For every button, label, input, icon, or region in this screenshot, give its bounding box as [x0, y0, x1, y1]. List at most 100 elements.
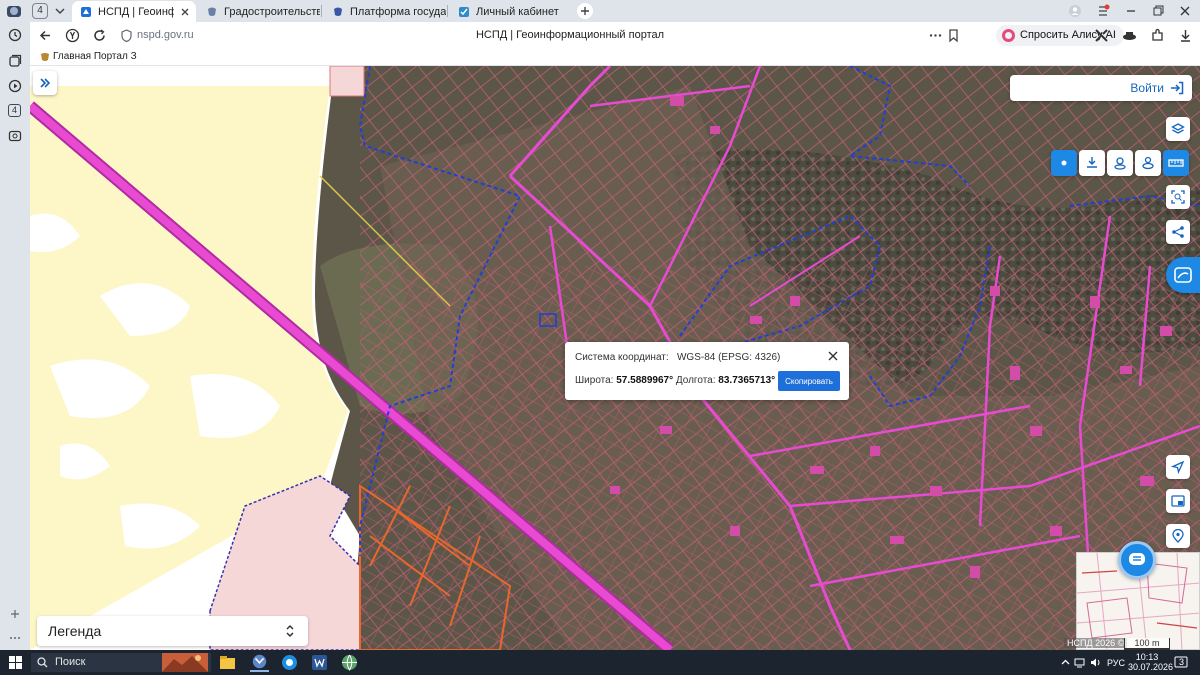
minimize-icon[interactable] — [1123, 3, 1139, 19]
history-icon[interactable] — [8, 28, 22, 42]
extension-icon[interactable] — [1094, 28, 1109, 43]
map-services-icon — [1174, 267, 1192, 283]
services-panel-tab[interactable] — [1166, 257, 1200, 293]
marker-icon — [1114, 157, 1126, 170]
bookmark-icon[interactable] — [946, 28, 961, 43]
close-icon[interactable] — [180, 7, 190, 17]
gosuslugi-crest-icon — [334, 7, 342, 16]
browser-logo-icon[interactable] — [6, 3, 22, 19]
chevron-down-icon[interactable] — [54, 5, 66, 17]
chat-assistant-button[interactable] — [1118, 541, 1156, 579]
area-marker-icon — [1142, 156, 1154, 170]
minimap-icon — [1171, 495, 1185, 507]
tab-separator — [447, 5, 448, 17]
coordinate-system-value: WGS-84 (EPSG: 4326) — [676, 352, 781, 363]
address-bar: nspd.gov.ru НСПД | Геоинформационный пор… — [30, 22, 1200, 49]
layers-button[interactable] — [1166, 117, 1190, 141]
site-security-icon[interactable] — [119, 28, 134, 43]
navigation-arrow-icon — [1171, 460, 1185, 474]
bookmark-label: Главная Портал З — [53, 51, 137, 62]
downloads-icon[interactable] — [1178, 28, 1193, 43]
expand-panel-button[interactable] — [33, 71, 57, 95]
location-pin-icon — [1172, 529, 1184, 543]
app-globe-icon[interactable] — [340, 653, 359, 672]
close-icon[interactable] — [827, 350, 839, 362]
tab-platforma[interactable]: Платформа государственных услуг — [324, 1, 446, 22]
bookmark-glavnaya-portal[interactable]: Главная Портал З — [40, 51, 137, 62]
tab-lichnyi-kabinet[interactable]: Личный кабинет — [450, 1, 572, 22]
clock[interactable]: 10:13 30.07.2026 — [1128, 652, 1173, 672]
tab-bar: 4 НСПД | Геоинформационный портал Градос… — [0, 0, 1200, 22]
parcel-grid — [360, 266, 1200, 650]
volume-icon[interactable] — [1090, 657, 1101, 668]
share-button[interactable] — [1166, 220, 1190, 244]
tab-nspd[interactable]: НСПД | Геоинформационный портал — [72, 1, 196, 22]
scale-bar: 100 m — [1124, 638, 1170, 650]
longitude-value: 83.7365713° — [718, 375, 776, 386]
yandex-browser-icon[interactable] — [250, 653, 269, 672]
coordinates-popup: Система координат: WGS-84 (EPSG: 4326) Ш… — [565, 342, 849, 400]
area-tool[interactable] — [1135, 150, 1161, 176]
hat-icon[interactable] — [1122, 28, 1137, 43]
language-indicator[interactable]: РУС — [1107, 658, 1125, 668]
more-icon[interactable] — [8, 631, 22, 645]
tab-counter[interactable]: 4 — [32, 3, 48, 19]
login-icon — [1171, 81, 1184, 95]
chat-icon — [1129, 553, 1145, 565]
marker-tool[interactable] — [1107, 150, 1133, 176]
point-tool[interactable] — [1051, 150, 1077, 176]
more-dots-icon[interactable] — [928, 28, 943, 43]
tab-gradostroitelstvo[interactable]: Градостроительство — [198, 1, 320, 22]
tab-separator — [321, 5, 322, 17]
notification-count: 3 — [1179, 657, 1185, 667]
latitude-value: 57.5889967° — [616, 375, 674, 386]
new-tab-button[interactable] — [577, 3, 593, 19]
copy-coordinates-button[interactable]: Скопировать — [778, 371, 840, 391]
yandex-y-icon[interactable] — [65, 28, 80, 43]
map-view[interactable]: Войти НСПД 2026 © 100 m Легенда Система … — [30, 66, 1200, 650]
map-attribution: НСПД 2026 © — [1064, 638, 1128, 648]
ruler-tool[interactable] — [1163, 150, 1189, 176]
windows-start-icon[interactable] — [9, 656, 22, 669]
clock-time: 10:13 — [1135, 652, 1159, 662]
page-title: НСПД | Геоинформационный портал — [475, 29, 665, 41]
word-icon[interactable] — [310, 653, 329, 672]
reload-icon[interactable] — [92, 28, 107, 43]
notifications-icon[interactable] — [1095, 3, 1111, 19]
chevron-up-icon[interactable] — [1061, 658, 1070, 667]
restore-icon[interactable] — [1150, 3, 1166, 19]
minimap-toggle-button[interactable] — [1166, 489, 1190, 513]
network-icon[interactable] — [1074, 657, 1085, 668]
select-area-button[interactable] — [1166, 185, 1190, 209]
measure-tools — [1051, 150, 1191, 176]
screenshot-icon[interactable] — [8, 129, 22, 143]
legend-panel[interactable]: Легенда — [37, 616, 308, 646]
back-arrow-icon[interactable] — [38, 28, 53, 43]
close-window-icon[interactable] — [1177, 3, 1193, 19]
login-button[interactable]: Войти — [1010, 75, 1192, 101]
nspd-favicon-icon — [81, 6, 91, 17]
add-panel-icon[interactable] — [8, 607, 22, 621]
file-explorer-icon[interactable] — [218, 653, 237, 672]
expand-collapse-icon[interactable] — [284, 623, 296, 639]
url-text[interactable]: nspd.gov.ru — [137, 29, 194, 41]
tab-title: Градостроительство — [224, 5, 320, 18]
download-tool[interactable] — [1079, 150, 1105, 176]
taskbar-search[interactable]: Поиск — [31, 653, 211, 672]
play-icon[interactable] — [8, 79, 22, 93]
pin-location-button[interactable] — [1166, 524, 1190, 548]
plus-icon — [581, 7, 589, 15]
sidebar-badge[interactable]: 4 — [8, 104, 21, 117]
search-icon — [37, 657, 48, 668]
search-highlight-art-icon — [162, 653, 208, 672]
geolocation-button[interactable] — [1166, 455, 1190, 479]
search-label: Поиск — [55, 656, 86, 668]
tab-title: Платформа государственных услуг — [350, 5, 446, 18]
collections-icon[interactable] — [8, 54, 22, 68]
tab-title: НСПД | Геоинформационный портал — [98, 5, 174, 18]
edge-browser-icon[interactable] — [280, 653, 299, 672]
profile-icon[interactable] — [1067, 3, 1083, 19]
extensions-puzzle-icon[interactable] — [1150, 28, 1165, 43]
ruler-icon — [1168, 159, 1184, 167]
coordinate-system-row: Система координат: WGS-84 (EPSG: 4326) — [575, 352, 780, 363]
